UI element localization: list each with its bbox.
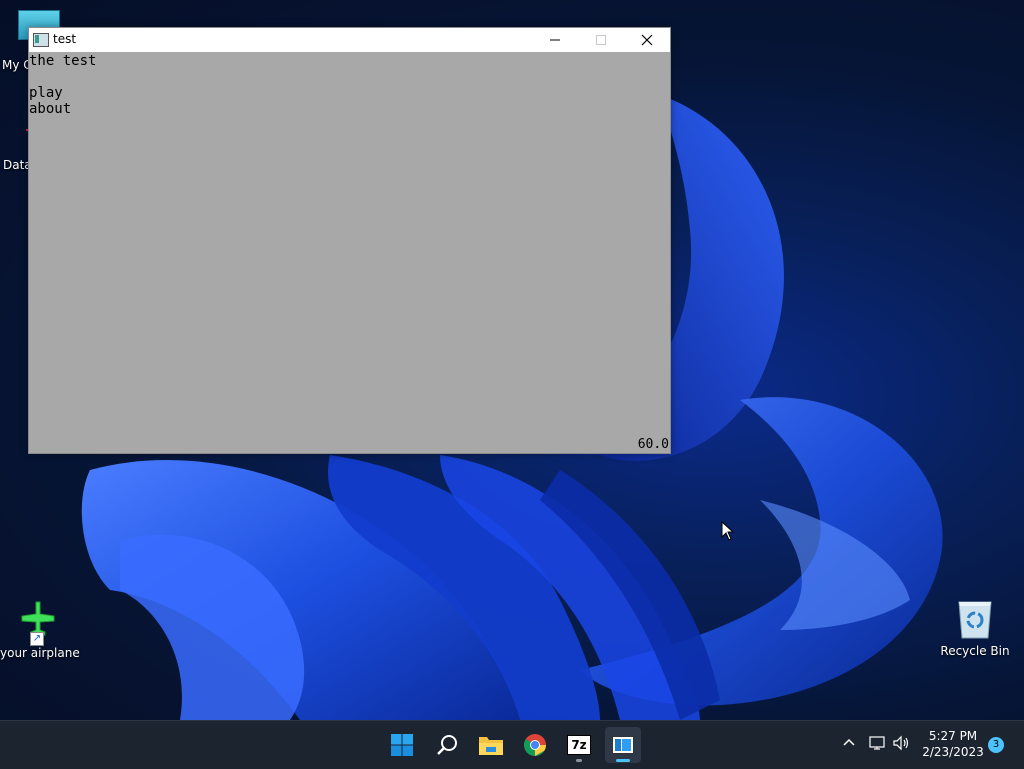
chevron-up-icon — [843, 738, 855, 746]
start-button[interactable] — [384, 727, 420, 763]
network-icon — [869, 736, 885, 750]
test-app-button[interactable] — [605, 727, 641, 763]
minimize-icon — [550, 39, 560, 41]
shortcut-arrow-icon: ↗ — [30, 632, 44, 646]
desktop-icon-your-airplane[interactable]: ↗ your airplane — [0, 600, 80, 660]
chrome-button[interactable] — [517, 727, 553, 763]
minimize-button[interactable] — [532, 28, 578, 52]
notification-badge[interactable]: 3 — [988, 737, 1004, 753]
search-button[interactable] — [429, 727, 465, 763]
network-button[interactable] — [869, 735, 887, 755]
file-explorer-button[interactable] — [473, 727, 509, 763]
clock[interactable]: 5:27 PM 2/23/2023 — [920, 728, 986, 760]
7zip-icon: 7z — [567, 735, 591, 755]
mouse-cursor-icon — [721, 521, 735, 541]
menu-item-play[interactable]: play — [29, 85, 63, 101]
test-app-icon — [612, 736, 634, 754]
chrome-icon — [524, 734, 546, 756]
show-hidden-icons-button[interactable] — [842, 735, 856, 753]
game-canvas[interactable]: the test play about 60.0 — [29, 52, 670, 453]
search-icon — [437, 735, 457, 755]
menu-item-about[interactable]: about — [29, 101, 71, 117]
clock-time: 5:27 PM — [928, 729, 978, 743]
app-window[interactable]: test the test play about 60.0 — [28, 27, 671, 454]
desktop-icon-label: Recycle Bin — [940, 644, 1010, 658]
desktop-icon-label: your airplane — [0, 646, 80, 660]
desktop-icon-recycle-bin[interactable]: Recycle Bin — [937, 598, 1013, 658]
running-indicator — [576, 759, 582, 762]
clock-date: 2/23/2023 — [922, 745, 984, 759]
close-button[interactable] — [624, 28, 670, 52]
close-icon — [641, 34, 653, 46]
7zip-button[interactable]: 7z — [561, 727, 597, 763]
title-bar[interactable]: test — [29, 28, 670, 52]
running-indicator — [616, 759, 630, 762]
fps-counter: 60.0 — [637, 437, 669, 452]
window-title: test — [53, 32, 77, 46]
volume-icon — [893, 735, 909, 751]
start-icon — [391, 734, 413, 756]
game-heading: the test — [29, 53, 97, 69]
file-explorer-icon — [479, 737, 503, 755]
taskbar: 7z 5:27 PM 2/23/2023 3 — [0, 720, 1024, 769]
airplane-icon: ↗ — [18, 600, 58, 646]
volume-button[interactable] — [893, 735, 911, 755]
maximize-button[interactable] — [578, 28, 624, 52]
app-window-icon — [33, 33, 49, 47]
maximize-icon — [596, 35, 606, 45]
recycle-bin-icon — [955, 598, 995, 639]
